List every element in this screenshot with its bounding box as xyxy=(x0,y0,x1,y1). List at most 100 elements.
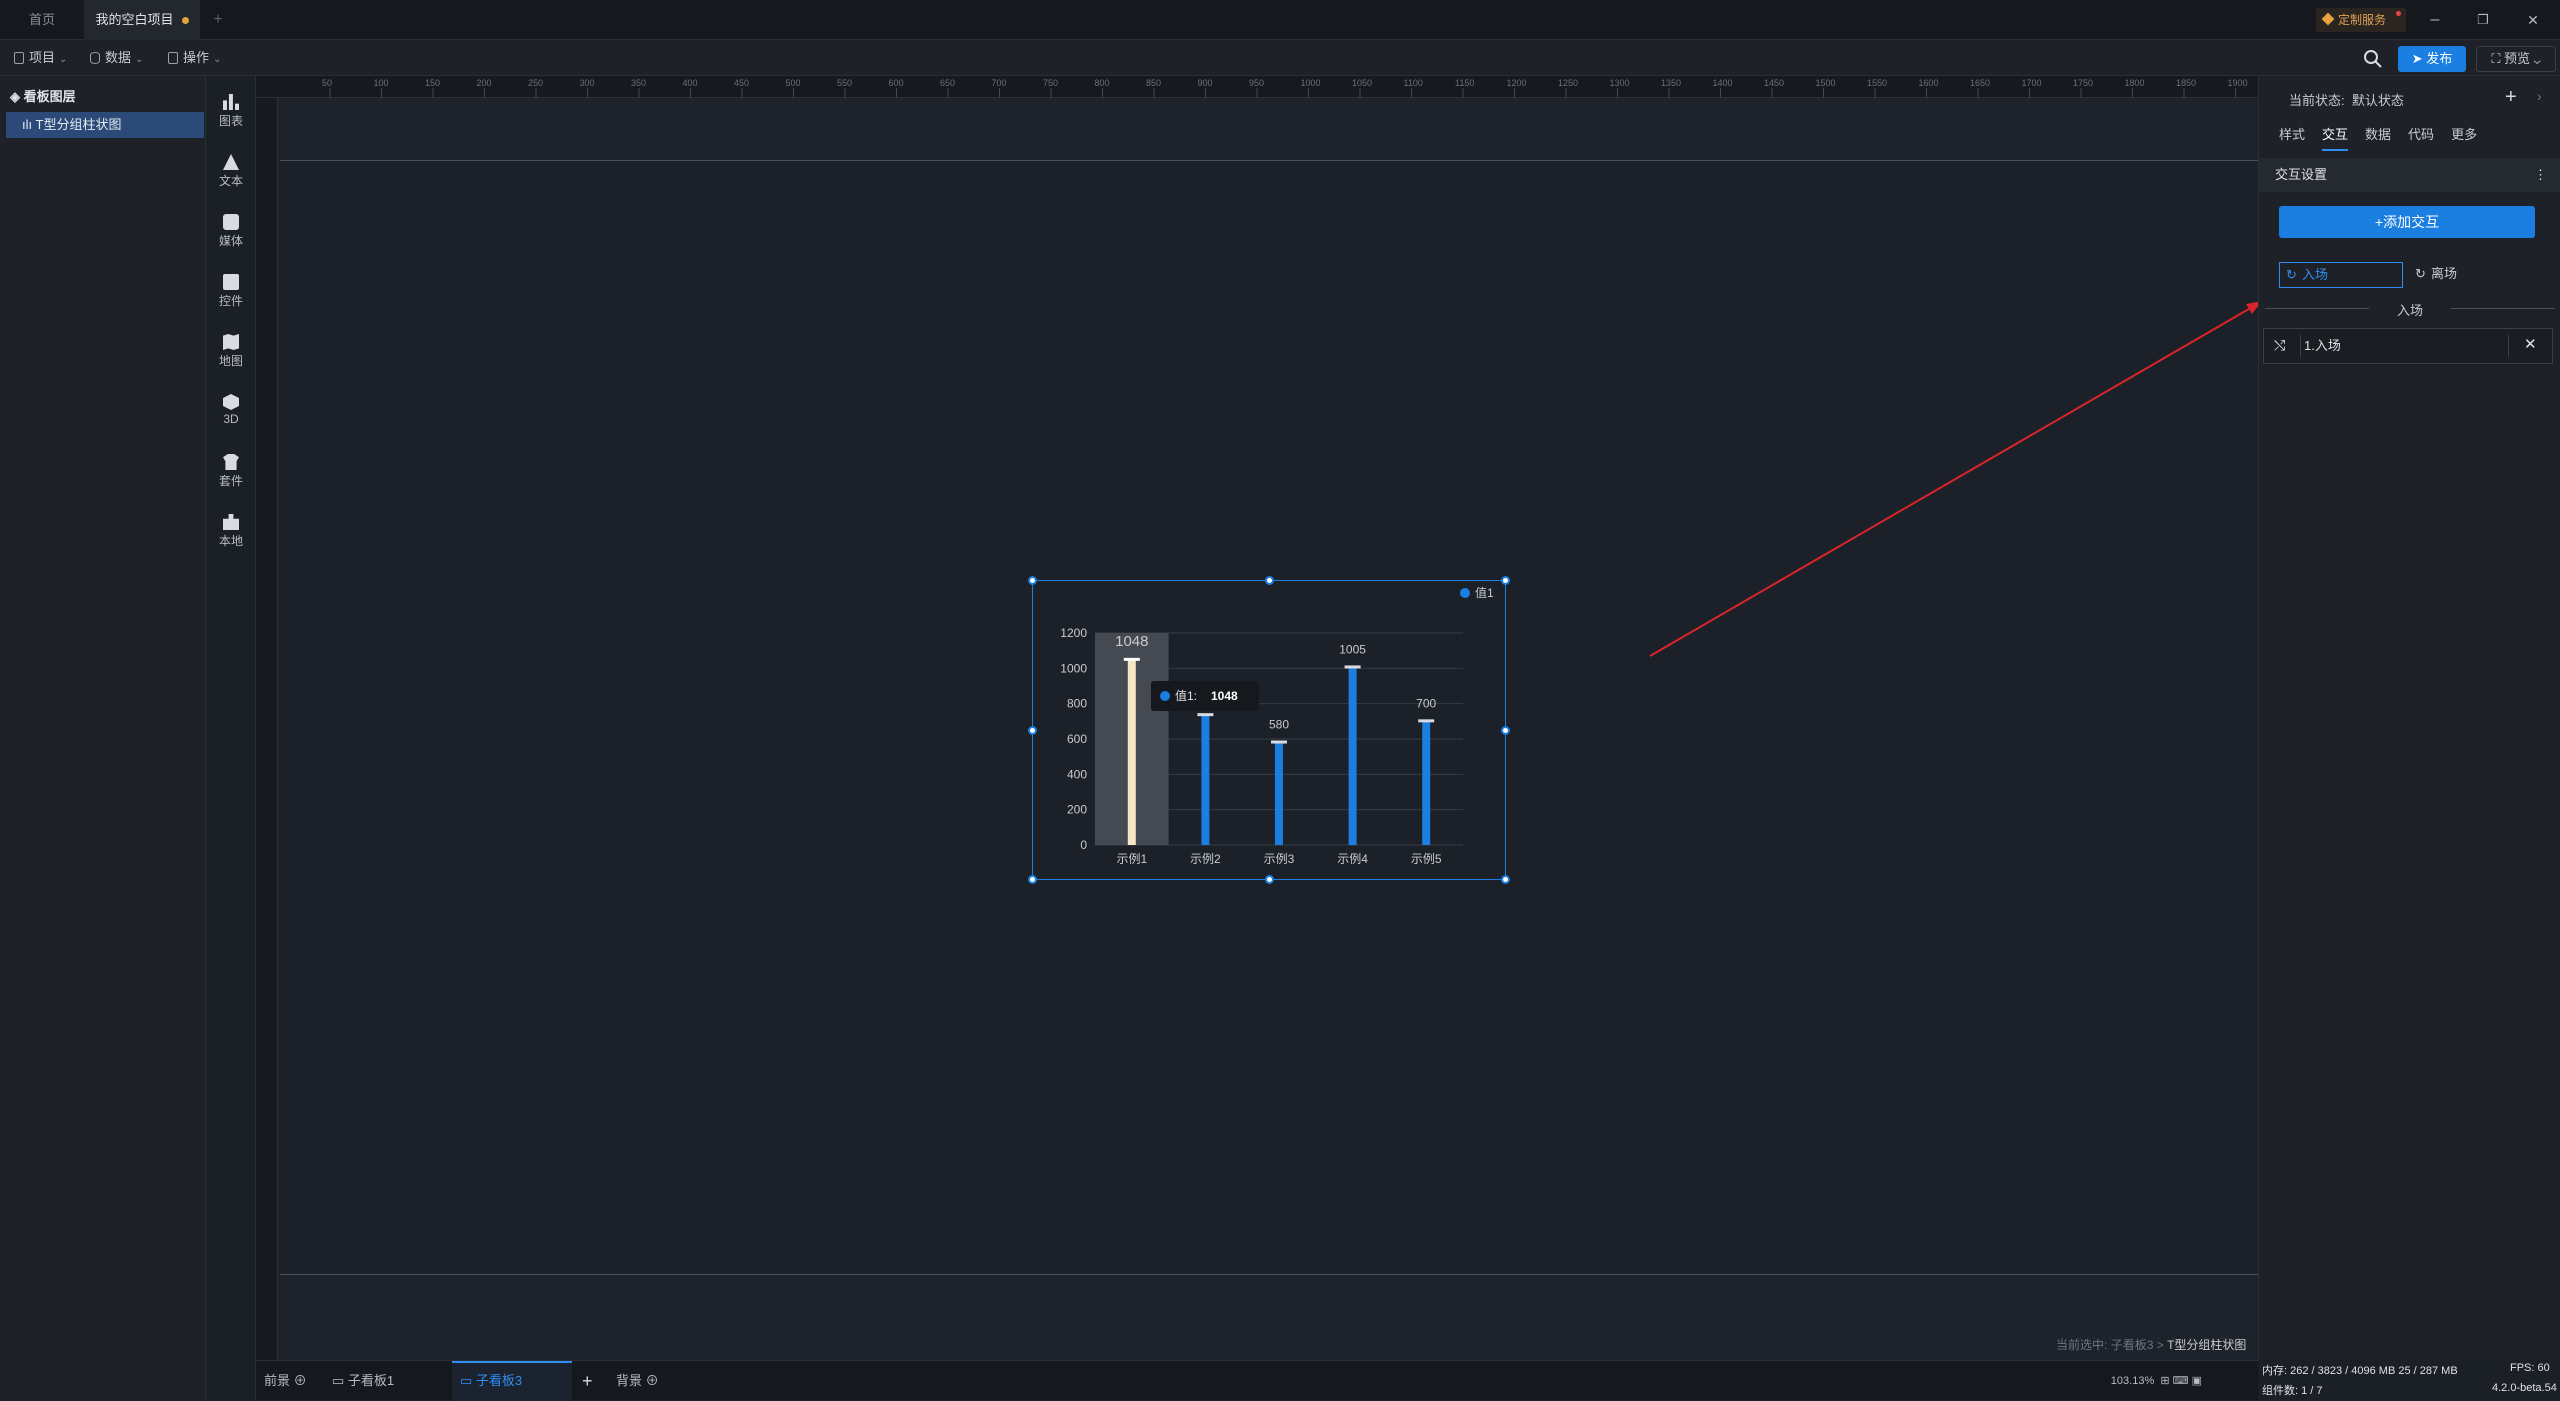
kit-icon xyxy=(223,454,239,470)
publish-button[interactable]: ➤ 发布 xyxy=(2398,46,2466,72)
bar-chart[interactable]: 0 200 400 600 800 1000 1200 1048 示例1 示例2 580 示例3 100… xyxy=(1033,581,1507,881)
current-state: 当前状态: 默认状态 xyxy=(2289,90,2404,109)
bar[interactable] xyxy=(1127,659,1136,845)
resize-handle[interactable] xyxy=(1501,576,1510,585)
menu-data[interactable]: 数据 ⌄ xyxy=(90,48,143,68)
resize-handle[interactable] xyxy=(1028,875,1037,884)
bar-cap xyxy=(1271,740,1287,744)
y-tick-label: 200 xyxy=(1067,803,1087,817)
tab-project[interactable]: 我的空白项目 xyxy=(84,0,200,40)
resize-handle[interactable] xyxy=(1501,726,1510,735)
tooltip-value: 1048 xyxy=(1211,689,1238,703)
bar-chart-icon: ılı xyxy=(22,117,36,132)
tab-interaction[interactable]: 交互 xyxy=(2322,124,2349,151)
trigger-leave[interactable]: ↻ 离场 xyxy=(2409,262,2509,288)
component-media-label: 媒体 xyxy=(218,234,243,248)
menu-project[interactable]: 项目 ⌄ xyxy=(14,48,67,68)
unsaved-dot xyxy=(181,17,189,25)
component-chart[interactable]: 图表 xyxy=(206,86,256,136)
resize-handle[interactable] xyxy=(1028,576,1037,585)
component-kit[interactable]: 套件 xyxy=(206,446,256,496)
add-state-button[interactable]: + xyxy=(2505,86,2517,109)
layer-item[interactable]: ılı T型分组柱状图 xyxy=(6,112,204,138)
bar[interactable] xyxy=(1201,715,1210,845)
resize-handle[interactable] xyxy=(1265,875,1274,884)
legend-label[interactable]: 值1 xyxy=(1475,585,1494,600)
trigger-leave-label: 离场 xyxy=(2431,266,2458,281)
legend-marker xyxy=(1460,588,1470,598)
component-local[interactable]: 本地 xyxy=(206,506,256,556)
component-text[interactable]: 文本 xyxy=(206,146,256,196)
state-value[interactable]: 默认状态 xyxy=(2352,93,2404,108)
x-tick-label: 示例4 xyxy=(1337,852,1368,866)
ruler-tick-label: 850 xyxy=(1146,78,1161,88)
restore-button[interactable]: ❐ xyxy=(2460,0,2506,40)
add-circle-icon: ⊕ xyxy=(645,1373,659,1388)
custom-service-button[interactable]: 定制服务 xyxy=(2316,8,2406,32)
close-button[interactable]: ✕ xyxy=(2510,0,2556,40)
zoom-level[interactable]: 103.13% ⊞ ⌨ ▣ xyxy=(2111,1361,2202,1401)
keyboard-icon[interactable]: ⌨ xyxy=(2173,1375,2189,1387)
layers-title-label: 看板图层 xyxy=(23,89,76,104)
tab-home[interactable]: 首页 xyxy=(0,0,84,40)
tab-data[interactable]: 数据 xyxy=(2365,124,2391,149)
component-map[interactable]: 地图 xyxy=(206,326,256,376)
tab-style[interactable]: 样式 xyxy=(2279,124,2305,149)
ruler-top: 50 100 150 200 250 300 350 400 450 500 550 600 650 70… xyxy=(256,76,2258,98)
ruler-tick-label: 800 xyxy=(1095,78,1110,88)
ruler-tick-label: 1600 xyxy=(1919,78,1939,88)
breadcrumb-item[interactable]: 子看板3 xyxy=(2111,1338,2154,1352)
fit-icon[interactable]: ⊞ xyxy=(2160,1375,2169,1387)
ruler-tick-label: 900 xyxy=(1198,78,1213,88)
ruler-tick-label: 50 xyxy=(322,78,332,88)
data-label: 1005 xyxy=(1339,642,1366,656)
component-control[interactable]: 控件 xyxy=(206,266,256,316)
x-tick-label: 示例1 xyxy=(1116,852,1147,866)
x-tick-label: 示例3 xyxy=(1264,852,1295,866)
add-tab-button[interactable]: + xyxy=(208,0,228,40)
search-icon[interactable] xyxy=(2362,48,2384,70)
grid-icon xyxy=(168,52,178,64)
ruler-tick-label: 1150 xyxy=(1455,78,1474,88)
tab-subboard-1[interactable]: ▭ 子看板1 xyxy=(324,1361,404,1401)
preview-button[interactable]: ⛶ 预览 ⌄ xyxy=(2476,46,2556,72)
close-icon[interactable]: ✕ xyxy=(2524,335,2537,353)
more-vert-icon[interactable]: ⋮ xyxy=(2534,158,2547,192)
ruler-tick-label: 1850 xyxy=(2176,78,2196,88)
chevron-right-icon[interactable]: › xyxy=(2537,88,2542,104)
right-panel: 当前状态: 默认状态 + › 样式 交互 数据 代码 更多 交互设置 ⋮ +添加交互 ↻ 入… xyxy=(2258,76,2560,1360)
component-media[interactable]: 媒体 xyxy=(206,206,256,256)
breadcrumb-prefix: 当前选中: xyxy=(2056,1338,2108,1352)
tab-subboard-3[interactable]: ▭ 子看板3 xyxy=(452,1361,572,1401)
separator xyxy=(2300,335,2301,357)
trigger-enter[interactable]: ↻ 入场 xyxy=(2279,262,2403,288)
breadcrumb-item[interactable]: T型分组柱状图 xyxy=(2167,1338,2246,1352)
chart-selection[interactable]: 0 200 400 600 800 1000 1200 1048 示例1 示例2 580 示例3 100… xyxy=(1028,576,1510,884)
tab-code[interactable]: 代码 xyxy=(2408,124,2434,149)
interaction-settings-header: 交互设置 ⋮ xyxy=(2259,158,2560,192)
ruler-tick-label: 1800 xyxy=(2125,78,2145,88)
component-3d[interactable]: 3D xyxy=(206,386,256,436)
resize-handle[interactable] xyxy=(1501,875,1510,884)
bar[interactable] xyxy=(1275,742,1283,845)
menu-operate[interactable]: 操作 ⌄ xyxy=(168,48,221,68)
interaction-entry-label: 1.入场 xyxy=(2304,338,2341,353)
resize-handle[interactable] xyxy=(1265,576,1274,585)
add-interaction-button[interactable]: +添加交互 xyxy=(2279,206,2535,238)
ruler-tick-label: 1750 xyxy=(2073,78,2093,88)
file-icon xyxy=(14,52,24,64)
resize-handle[interactable] xyxy=(1028,726,1037,735)
tab-background[interactable]: 背景 ⊕ xyxy=(616,1361,659,1401)
media-icon xyxy=(223,214,239,230)
bar[interactable] xyxy=(1348,667,1357,845)
minimize-button[interactable]: – xyxy=(2412,0,2458,40)
add-circle-icon: ⊕ xyxy=(293,1373,307,1388)
ruler-tick-label: 1900 xyxy=(2228,78,2248,88)
interaction-entry[interactable]: ⤭ 1.入场 ✕ xyxy=(2263,328,2553,364)
bar[interactable] xyxy=(1422,721,1431,845)
tab-more[interactable]: 更多 xyxy=(2451,124,2477,149)
terminal-icon[interactable]: ▣ xyxy=(2192,1375,2202,1387)
ruler-ticks: 50 100 150 200 250 300 350 400 450 500 550 600 650 70… xyxy=(322,78,2248,98)
add-subboard-button[interactable]: + xyxy=(582,1361,593,1401)
tab-foreground[interactable]: 前景 ⊕ xyxy=(264,1361,307,1401)
